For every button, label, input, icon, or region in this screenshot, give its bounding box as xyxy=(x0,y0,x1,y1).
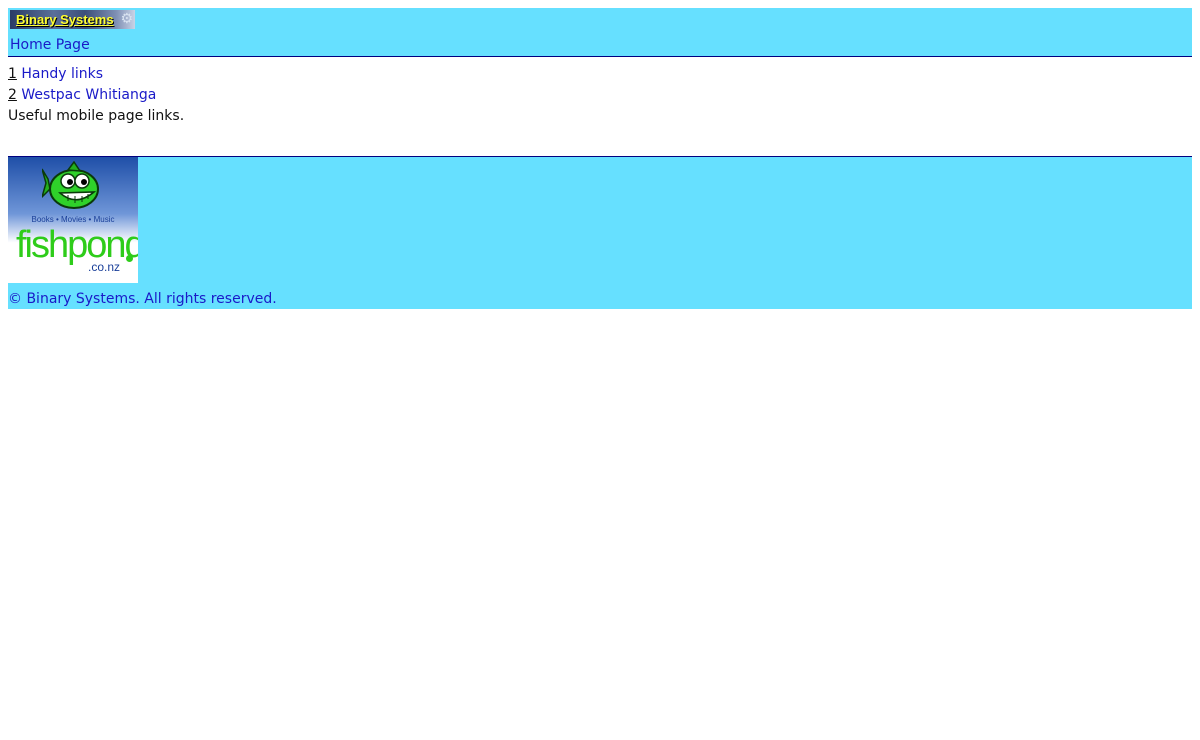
westpac-whitianga-link[interactable]: Westpac Whitianga xyxy=(21,87,156,103)
list-item: 2 Westpac Whitianga xyxy=(8,87,184,108)
registered-mark-icon xyxy=(126,255,133,262)
handy-links-link[interactable]: Handy links xyxy=(21,66,103,82)
header-band: Binary Systems ⚙ Home Page xyxy=(8,8,1192,57)
list-item: 1 Handy links xyxy=(8,66,184,87)
access-key-number: 2 xyxy=(8,87,17,103)
copyright-notice: © Binary Systems. All rights reserved. xyxy=(8,291,277,307)
fishpond-ad-banner[interactable]: Books • Movies • Music fishpond .co.nz xyxy=(8,157,138,283)
fish-mascot-icon xyxy=(42,161,99,209)
binary-systems-banner[interactable]: Binary Systems ⚙ xyxy=(10,10,135,29)
gear-icon: ⚙ xyxy=(120,11,133,27)
banner-title[interactable]: Binary Systems xyxy=(16,12,114,27)
footer-band: Books • Movies • Music fishpond .co.nz ©… xyxy=(8,156,1192,309)
access-key-number: 1 xyxy=(8,66,17,82)
link-list: 1 Handy links 2 Westpac Whitianga Useful… xyxy=(8,66,184,129)
page-description: Useful mobile page links. xyxy=(8,108,185,124)
ad-domain: .co.nz xyxy=(88,260,121,274)
home-page-link[interactable]: Home Page xyxy=(10,37,90,53)
